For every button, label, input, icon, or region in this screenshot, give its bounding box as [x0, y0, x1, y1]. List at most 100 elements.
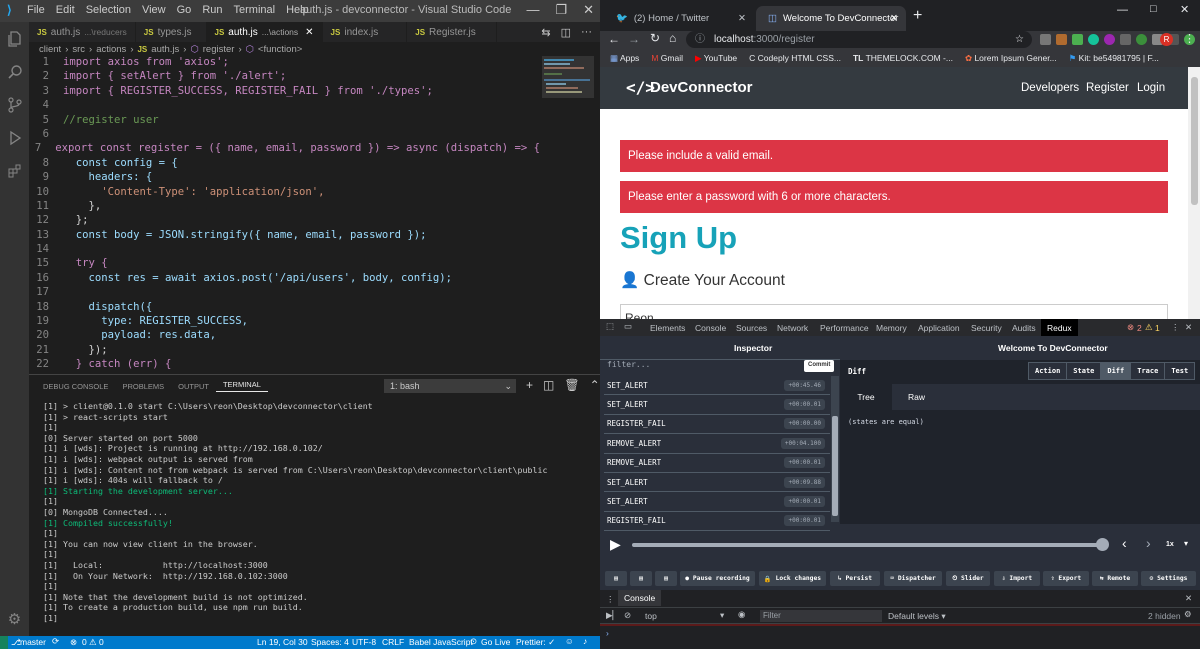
language-mode[interactable]: Babel JavaScript [409, 637, 473, 647]
devtools-menu-icon[interactable]: ⋮ [1171, 322, 1180, 333]
action-list-item[interactable]: SET_ALERT +00:00.01 [604, 492, 830, 512]
tab-close-icon[interactable]: ✕ [890, 13, 898, 24]
action-time-badge[interactable]: +00:45.46 [784, 379, 825, 391]
import-button[interactable]: ⇩ Import [994, 571, 1040, 586]
console-settings-icon[interactable]: ⚙ [1184, 609, 1192, 620]
dispatcher-button[interactable]: ⌨ Dispatcher [884, 571, 942, 586]
line-ending[interactable]: CRLF [382, 637, 404, 647]
monitor-tab-trace[interactable]: Trace [1130, 363, 1165, 379]
minimap[interactable] [540, 56, 600, 374]
extension-icon[interactable] [1136, 34, 1147, 45]
code-line[interactable]: 2 import { setAlert } from './alert'; [29, 70, 540, 84]
menu-kebab-icon[interactable]: ⋮ [1184, 32, 1195, 45]
code-line[interactable]: 8 const config = { [29, 157, 540, 171]
action-time-badge[interactable]: +00:00.01 [784, 496, 825, 508]
tab-close-icon[interactable]: ✕ [738, 13, 746, 24]
nav-register[interactable]: Register [1086, 82, 1129, 94]
subtab-raw[interactable]: Raw [908, 392, 925, 402]
restore-icon[interactable]: □ [1150, 3, 1157, 15]
slider-button[interactable]: ⏲ Slider [946, 571, 990, 586]
drawer-menu-icon[interactable]: ⋮ [606, 594, 615, 605]
action-list-item[interactable]: SET_ALERT +00:09.88 [604, 473, 830, 493]
code-editor[interactable]: 1 import axios from 'axios'; 2 import { set… [29, 56, 540, 374]
monitor-tab-state[interactable]: State [1066, 363, 1101, 379]
code-line[interactable]: 6 [29, 128, 540, 142]
trash-icon[interactable]: 🗑 [564, 378, 579, 392]
brand-link[interactable]: DevConnector [650, 79, 753, 96]
breadcrumb-item[interactable]: <function> [258, 44, 302, 55]
code-line[interactable]: 1 import axios from 'axios'; [29, 56, 540, 70]
tab-terminal[interactable]: TERMINAL [215, 380, 268, 392]
code-line[interactable]: 9 headers: { [29, 171, 540, 185]
browser-tab-twitter[interactable]: 🐦 (2) Home / Twitter ✕ [604, 6, 754, 31]
tab-debug-console[interactable]: DEBUG CONSOLE [29, 382, 115, 391]
action-list-item[interactable]: REMOVE_ALERT +00:04.100 [604, 434, 830, 454]
code-line[interactable]: 7 export const register = ({ name, email,… [29, 142, 540, 156]
context-select[interactable]: top [645, 611, 657, 621]
drawer-close-icon[interactable]: ✕ [1185, 593, 1192, 604]
monitor-tab-test[interactable]: Test [1164, 363, 1195, 379]
persist-button[interactable]: ↳ Persist [830, 571, 880, 586]
explorer-icon[interactable] [0, 22, 29, 55]
devtools-tab[interactable]: Audits [1012, 323, 1036, 333]
action-filter[interactable]: filter... [604, 360, 804, 374]
code-line[interactable]: 17 [29, 286, 540, 300]
nav-login[interactable]: Login [1137, 82, 1165, 94]
home-icon[interactable]: ⌂ [669, 31, 676, 45]
sidebar-toggle-icon[interactable]: ▶▏ [606, 610, 619, 621]
restore-icon[interactable]: ❐ [555, 2, 567, 18]
tab-index[interactable]: JS index.js [323, 22, 408, 42]
bookmark-lorem[interactable]: ✿ Lorem Ipsum Gener... [965, 53, 1057, 64]
tab-close-icon[interactable]: ✕ [305, 27, 313, 38]
pause-recording-button[interactable]: ● Pause recording [680, 571, 755, 586]
tab-auth-reducers[interactable]: JS auth.js ...\reducers [29, 22, 136, 42]
prettier-status[interactable]: Prettier: ✓ [516, 637, 555, 648]
indentation[interactable]: Spaces: 4 [311, 637, 349, 647]
info-icon[interactable]: ⓘ [695, 31, 705, 48]
split-terminal-icon[interactable]: ◫ [543, 378, 554, 392]
code-line[interactable]: 20 payload: res.data, [29, 329, 540, 343]
devtools-tab[interactable]: Memory [876, 323, 907, 333]
bookmark-kit[interactable]: ⚑ Kit: be54981795 | F... [1069, 53, 1159, 64]
code-line[interactable]: 4 [29, 99, 540, 113]
terminal-output[interactable]: [1] > client@0.1.0 start C:\Users\reon\D… [43, 401, 593, 623]
scrollbar-thumb[interactable] [832, 416, 838, 516]
minimize-icon[interactable]: — [1117, 4, 1128, 16]
instance-selector[interactable]: Welcome To DevConnector [998, 343, 1108, 353]
export-button[interactable]: ⇧ Export [1043, 571, 1089, 586]
action-time-badge[interactable]: +00:00.01 [784, 457, 825, 469]
console-tab[interactable]: Console [618, 590, 662, 606]
terminal-selector[interactable]: 1: bash ⌄ [384, 379, 516, 393]
feedback-icon[interactable]: ☺ [565, 636, 574, 646]
extensions-icon[interactable] [0, 154, 29, 187]
eye-icon[interactable]: ◉ [738, 609, 745, 620]
close-icon[interactable]: ✕ [1180, 3, 1189, 16]
source-control-icon[interactable] [0, 88, 29, 121]
action-list-item[interactable]: REMOVE_ALERT +00:00.01 [604, 454, 830, 473]
minimize-icon[interactable]: — [526, 2, 539, 18]
devtools-tab[interactable]: Elements [650, 323, 685, 333]
extension-icon[interactable] [1088, 34, 1099, 45]
breadcrumb-item[interactable]: actions [96, 44, 126, 55]
cursor-position[interactable]: Ln 19, Col 30 [257, 637, 308, 647]
commit-button[interactable]: Commit [804, 360, 835, 372]
devtools-tab[interactable]: Security [971, 323, 1002, 333]
console-filter-input[interactable]: Filter [760, 610, 882, 622]
chart-monitor-button[interactable]: ▤ [630, 571, 652, 586]
avatar[interactable]: R [1160, 33, 1173, 46]
branch-name[interactable]: master [20, 637, 46, 647]
new-terminal-icon[interactable]: + [526, 378, 533, 392]
bookmark-gmail[interactable]: M Gmail [651, 53, 683, 63]
extension-icon[interactable] [1072, 34, 1083, 45]
menu-file[interactable]: File [27, 4, 45, 16]
extension-icon[interactable] [1040, 34, 1051, 45]
code-line[interactable]: 14 [29, 243, 540, 257]
bell-icon[interactable]: ♪ [583, 636, 587, 646]
device-toolbar-icon[interactable]: ▭ [624, 321, 632, 332]
monitor-tab-action[interactable]: Action [1029, 363, 1067, 379]
settings-button[interactable]: ⚙ Settings [1141, 571, 1196, 586]
action-list-item[interactable]: SET_ALERT +00:00.01 [604, 395, 830, 415]
tab-problems[interactable]: PROBLEMS [115, 382, 171, 391]
code-line[interactable]: 22 } catch (err) { [29, 358, 540, 372]
action-time-badge[interactable]: +00:09.88 [784, 476, 825, 488]
